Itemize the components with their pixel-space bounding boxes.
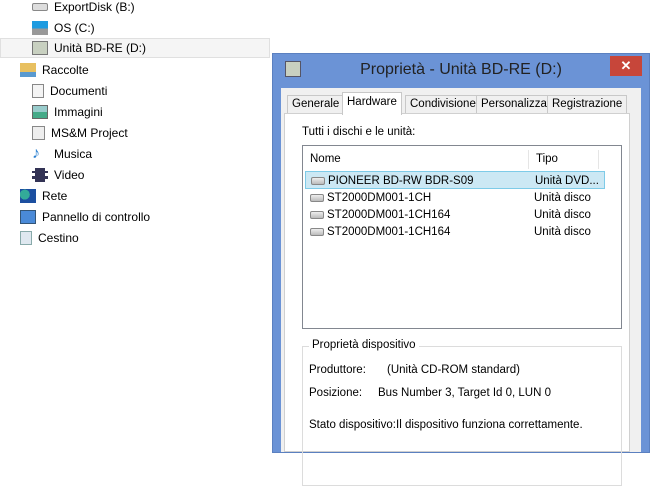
documents-icon	[32, 84, 44, 98]
nav-item-os[interactable]: OS (C:)	[32, 18, 95, 38]
drive-icon	[32, 3, 48, 11]
recycle-bin-icon	[20, 231, 32, 245]
nav-item-video[interactable]: Video	[32, 165, 84, 185]
table-row[interactable]: ST2000DM001-1CH164 Unità disco	[305, 223, 605, 241]
status-value: Il dispositivo funziona correttamente.	[396, 419, 583, 431]
tab-condivisione[interactable]: Condivisione	[405, 95, 481, 114]
video-icon	[32, 168, 48, 182]
disk-drive-icon	[310, 211, 324, 219]
nav-item-raccolte[interactable]: Raccolte	[20, 60, 89, 80]
hardware-panel: Tutti i dischi e le unità: Nome Tipo PIO…	[284, 113, 630, 486]
tab-registrazione[interactable]: Registrazione	[547, 95, 628, 114]
nav-item-msm-project[interactable]: MS&M Project	[32, 123, 128, 143]
nav-item-immagini[interactable]: Immagini	[32, 102, 103, 122]
network-icon	[20, 189, 36, 203]
nav-item-bd-re[interactable]: Unità BD-RE (D:)	[0, 38, 270, 58]
optical-drive-icon	[311, 177, 325, 185]
music-icon: ♪	[32, 145, 40, 162]
navigation-pane: ExportDisk (B:) OS (C:) Unità BD-RE (D:)…	[0, 0, 270, 442]
table-row[interactable]: PIONEER BD-RW BDR-S09 Unità DVD...	[305, 171, 605, 189]
dialog-title: Proprietà - Unità BD-RE (D:)	[360, 61, 562, 78]
pictures-icon	[32, 105, 48, 119]
column-header-tipo[interactable]: Tipo	[529, 150, 599, 169]
tab-hardware[interactable]: Hardware	[342, 92, 402, 115]
disk-drive-icon	[310, 194, 324, 202]
manufacturer-label: Produttore:	[309, 364, 366, 376]
nav-item-exportdisk[interactable]: ExportDisk (B:)	[32, 0, 135, 17]
project-icon	[32, 126, 45, 140]
nav-item-musica[interactable]: ♪ Musica	[32, 144, 92, 164]
nav-item-documenti[interactable]: Documenti	[32, 81, 107, 101]
nav-item-rete[interactable]: Rete	[20, 186, 67, 206]
properties-dialog: Proprietà - Unità BD-RE (D:) ✕ Generale …	[272, 53, 650, 486]
close-button[interactable]: ✕	[610, 56, 642, 76]
location-value: Bus Number 3, Target Id 0, LUN 0	[378, 387, 552, 399]
tab-personalizza[interactable]: Personalizza	[476, 95, 552, 114]
control-panel-icon	[20, 210, 36, 224]
dialog-body: Generale Hardware Condivisione Personali…	[281, 88, 641, 486]
list-label: Tutti i dischi e le unità:	[302, 126, 416, 138]
bd-drive-icon	[32, 41, 48, 55]
device-properties-group: Proprietà dispositivo Produttore: (Unità…	[302, 339, 622, 486]
group-title: Proprietà dispositivo	[309, 339, 419, 351]
manufacturer-value: (Unità CD-ROM standard)	[387, 364, 520, 376]
column-header-nome[interactable]: Nome	[303, 150, 529, 169]
devices-list[interactable]: Nome Tipo PIONEER BD-RW BDR-S09 Unità DVD…	[302, 145, 622, 329]
tab-generale[interactable]: Generale	[287, 95, 345, 114]
table-row[interactable]: ST2000DM001-1CH164 Unità disco	[305, 206, 605, 224]
nav-item-pannello[interactable]: Pannello di controllo	[20, 207, 150, 227]
libraries-icon	[20, 63, 36, 77]
table-row[interactable]: ST2000DM001-1CH Unità disco	[305, 189, 605, 207]
disk-drive-icon	[310, 228, 324, 236]
nav-item-cestino[interactable]: Cestino	[20, 228, 79, 248]
status-label: Stato dispositivo:	[309, 419, 396, 431]
windows-drive-icon	[32, 21, 48, 35]
location-label: Posizione:	[309, 387, 363, 399]
